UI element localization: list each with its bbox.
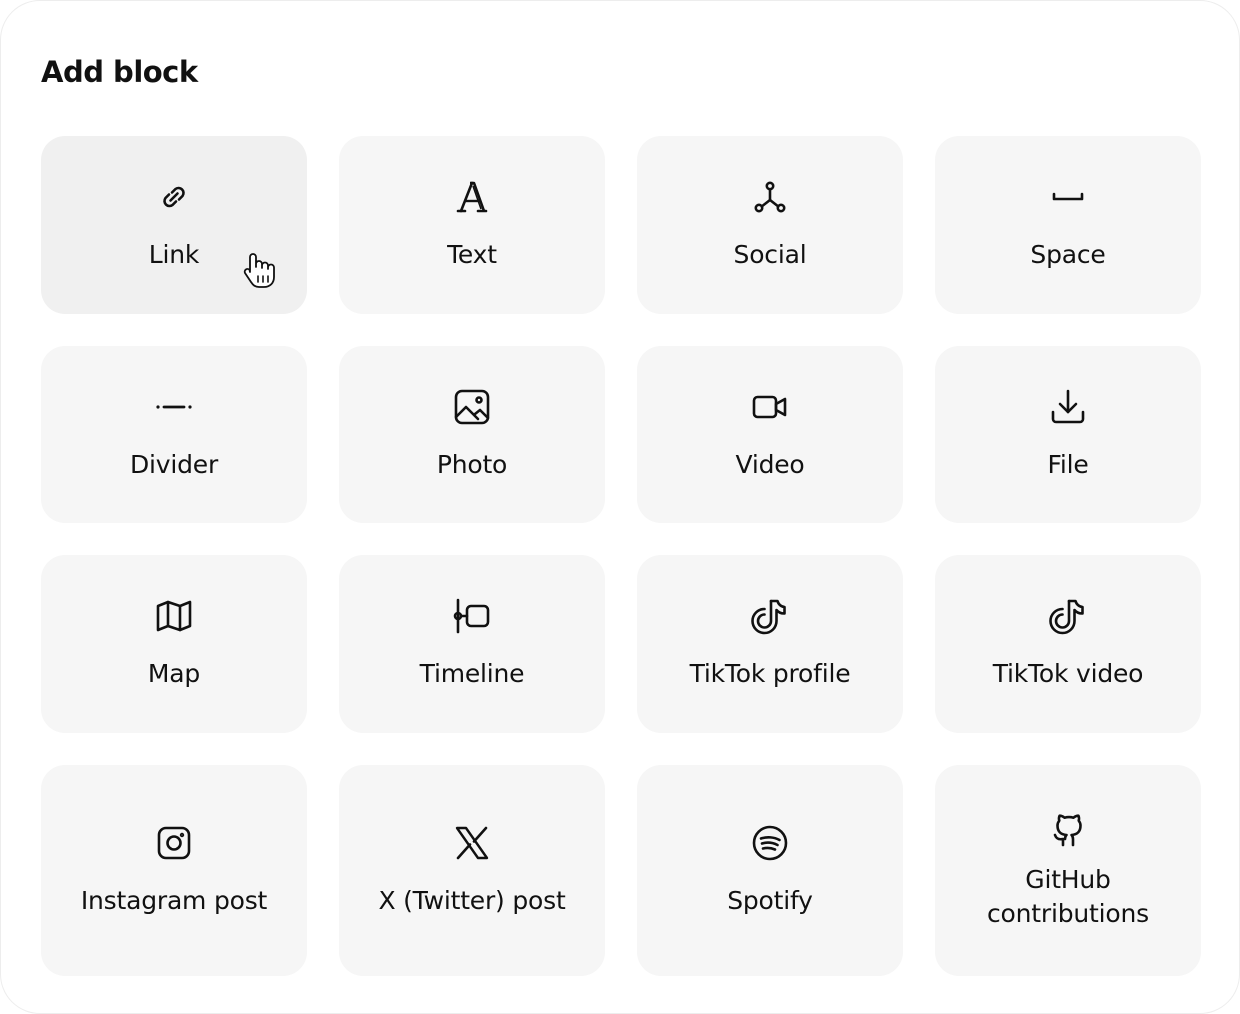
- timeline-icon: [453, 597, 491, 635]
- block-label: File: [1047, 449, 1089, 479]
- block-photo[interactable]: Photo: [339, 346, 605, 523]
- space-icon: [1049, 178, 1087, 216]
- spotify-icon: [751, 824, 789, 862]
- block-link[interactable]: Link: [41, 136, 307, 314]
- block-label: X (Twitter) post: [378, 885, 566, 915]
- download-icon: [1049, 388, 1087, 426]
- panel-title: Add block: [41, 55, 198, 89]
- tiktok-icon: [751, 597, 789, 635]
- link-icon: [155, 178, 193, 216]
- video-icon: [751, 388, 789, 426]
- block-label: Video: [735, 449, 805, 479]
- block-map[interactable]: Map: [41, 555, 307, 733]
- block-label: Divider: [129, 449, 219, 479]
- block-x-twitter-post[interactable]: X (Twitter) post: [339, 765, 605, 976]
- block-instagram-post[interactable]: Instagram post: [41, 765, 307, 976]
- block-label: Instagram post: [80, 885, 268, 915]
- block-space[interactable]: Space: [935, 136, 1201, 314]
- block-spotify[interactable]: Spotify: [637, 765, 903, 976]
- block-label: Text: [447, 240, 497, 269]
- block-label: TikTok video: [992, 659, 1144, 688]
- block-tiktok-video[interactable]: TikTok video: [935, 555, 1201, 733]
- block-label: TikTok profile: [689, 659, 851, 688]
- instagram-icon: [155, 824, 193, 862]
- block-divider[interactable]: Divider: [41, 346, 307, 523]
- block-label: GitHub contributions: [987, 864, 1149, 928]
- block-label: Spotify: [727, 885, 813, 915]
- github-icon: [1049, 811, 1087, 849]
- block-file[interactable]: File: [935, 346, 1201, 523]
- block-label: Link: [148, 240, 200, 269]
- x-twitter-icon: [453, 824, 491, 862]
- block-video[interactable]: Video: [637, 346, 903, 523]
- block-text[interactable]: Text: [339, 136, 605, 314]
- block-label: Photo: [436, 449, 508, 479]
- hand-pointer-icon: [241, 250, 277, 290]
- add-block-panel: Add block Link Text Social Space Divider…: [0, 0, 1240, 1014]
- block-github-contributions[interactable]: GitHub contributions: [935, 765, 1201, 976]
- text-icon: [453, 178, 491, 216]
- block-timeline[interactable]: Timeline: [339, 555, 605, 733]
- block-label: Space: [1030, 240, 1106, 269]
- photo-icon: [453, 388, 491, 426]
- social-icon: [751, 178, 789, 216]
- block-label: Map: [147, 659, 201, 688]
- map-icon: [155, 597, 193, 635]
- divider-icon: [155, 388, 193, 426]
- tiktok-icon: [1049, 597, 1087, 635]
- block-grid: Link Text Social Space Divider Photo Vid…: [41, 136, 1201, 976]
- block-label: Timeline: [419, 659, 525, 688]
- block-label: Social: [733, 240, 807, 269]
- block-tiktok-profile[interactable]: TikTok profile: [637, 555, 903, 733]
- block-social[interactable]: Social: [637, 136, 903, 314]
